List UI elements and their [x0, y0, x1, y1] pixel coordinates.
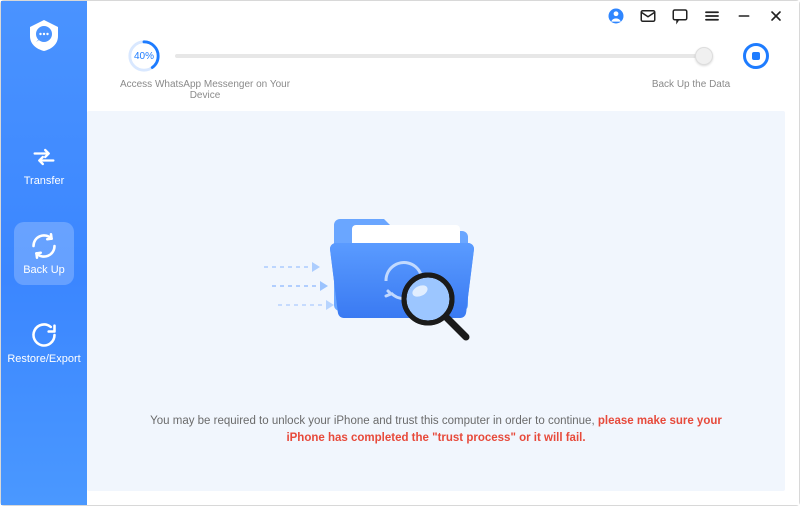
main-panel: 40% Access WhatsApp Messenger on Your De…: [87, 1, 799, 505]
instruction-prefix: You may be required to unlock your iPhon…: [150, 415, 598, 427]
progress-track: [175, 54, 703, 58]
sidebar-item-label: Back Up: [23, 264, 65, 277]
progress-circle: 40%: [127, 39, 161, 73]
sidebar-item-backup[interactable]: Back Up: [14, 222, 74, 285]
progress-row: 40%: [87, 31, 799, 79]
progress-knob: [695, 47, 713, 65]
motion-arrows-icon: [264, 253, 336, 319]
sidebar-item-label: Transfer: [24, 175, 65, 188]
stop-button[interactable]: [743, 43, 769, 69]
feedback-icon[interactable]: [671, 7, 689, 25]
minimize-button[interactable]: [735, 7, 753, 25]
sidebar: Transfer Back Up Restore/Export: [1, 1, 87, 505]
mail-icon[interactable]: [639, 7, 657, 25]
folder-icon: [316, 191, 496, 351]
sidebar-item-restore[interactable]: Restore/Export: [14, 311, 74, 374]
step2-label: Back Up the Data: [611, 79, 771, 101]
menu-icon[interactable]: [703, 7, 721, 25]
step1-label: Access WhatsApp Messenger on Your Device: [105, 79, 305, 101]
account-icon[interactable]: [607, 7, 625, 25]
content-area: You may be required to unlock your iPhon…: [87, 111, 785, 491]
sidebar-item-label: Restore/Export: [7, 353, 80, 366]
backup-icon: [30, 232, 58, 260]
restore-icon: [30, 321, 58, 349]
step-labels: Access WhatsApp Messenger on Your Device…: [87, 79, 799, 107]
instruction-message: You may be required to unlock your iPhon…: [87, 413, 785, 448]
app-window: Transfer Back Up Restore/Export: [0, 0, 800, 506]
progress-percent: 40%: [127, 39, 161, 73]
close-button[interactable]: [767, 7, 785, 25]
app-logo-icon: [26, 17, 62, 53]
stop-icon: [752, 52, 760, 60]
sidebar-item-transfer[interactable]: Transfer: [14, 133, 74, 196]
titlebar: [87, 1, 799, 31]
transfer-icon: [30, 143, 58, 171]
folder-scan-illustration: [316, 191, 556, 351]
